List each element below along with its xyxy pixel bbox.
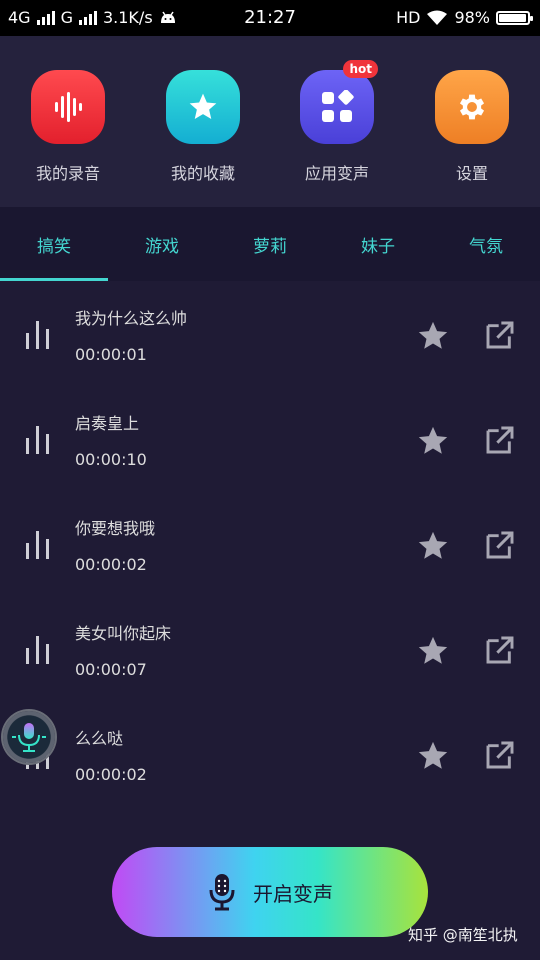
item-title: 我为什么这么帅 [75,309,188,328]
play-wave-icon[interactable] [24,424,52,454]
app-voice-change-button[interactable]: hot 应用变声 [277,60,397,184]
shortcut-label: 设置 [455,164,488,183]
play-wave-icon[interactable] [24,319,52,349]
my-favorites-button[interactable]: 我的收藏 [143,70,263,184]
list-item[interactable]: 启奏皇上 00:00:10 [0,386,540,491]
list-item[interactable]: 么么哒 00:00:02 [0,701,540,806]
share-icon[interactable] [484,529,516,561]
hd-label: HD [396,8,421,27]
share-icon[interactable] [484,319,516,351]
wifi-icon [427,10,448,25]
item-duration: 00:00:07 [75,660,147,679]
tab-qifen[interactable]: 气氛 [432,207,540,281]
favorite-star-icon[interactable] [416,424,450,458]
tab-youxi[interactable]: 游戏 [108,207,216,281]
category-tabs: 搞笑 游戏 萝莉 妹子 气氛 [0,207,540,281]
item-title: 你要想我哦 [75,519,156,538]
microphone-icon [209,874,235,911]
apps-icon: hot [300,60,378,144]
tab-meizi[interactable]: 妹子 [324,207,432,281]
waveform-icon [31,70,105,144]
favorite-star-icon[interactable] [416,529,450,563]
item-duration: 00:00:02 [75,555,147,574]
share-icon[interactable] [484,739,516,771]
list-item[interactable]: 我为什么这么帅 00:00:01 [0,281,540,386]
shortcut-bar: 我的录音 我的收藏 hot 应用变声 设置 [0,36,540,207]
shortcut-label: 我的录音 [35,164,100,183]
share-icon[interactable] [484,424,516,456]
cta-label: 开启变声 [253,881,333,906]
play-wave-icon[interactable] [24,634,52,664]
list-item[interactable]: 你要想我哦 00:00:02 [0,491,540,596]
item-title: 美女叫你起床 [75,624,172,643]
hot-badge: hot [343,60,378,78]
share-icon[interactable] [484,634,516,666]
item-title: 启奏皇上 [75,414,140,433]
settings-button[interactable]: 设置 [412,70,532,184]
item-title: 么么哒 [75,729,124,748]
floating-mic-icon [12,723,46,752]
favorite-star-icon[interactable] [416,739,450,773]
star-icon [166,70,240,144]
battery-icon [496,10,533,25]
tab-luoli[interactable]: 萝莉 [216,207,324,281]
my-recordings-button[interactable]: 我的录音 [8,70,128,184]
floating-mic-button[interactable] [3,711,55,763]
shortcut-label: 我的收藏 [170,164,235,183]
battery-percent: 98% [454,8,490,27]
watermark: 知乎 @南笙北执 [408,926,518,944]
item-duration: 00:00:02 [75,765,147,784]
gear-icon [435,70,509,144]
favorite-star-icon[interactable] [416,634,450,668]
list-item[interactable]: 美女叫你起床 00:00:07 [0,596,540,701]
play-wave-icon[interactable] [24,529,52,559]
item-duration: 00:00:10 [75,450,147,469]
status-bar: 4G G 3.1K/s 21:27 HD 98% [0,0,540,36]
item-duration: 00:00:01 [75,345,147,364]
start-voice-change-button[interactable]: 开启变声 [112,847,428,937]
favorite-star-icon[interactable] [416,319,450,353]
shortcut-label: 应用变声 [304,164,369,183]
tab-gaoxiao[interactable]: 搞笑 [0,207,108,281]
